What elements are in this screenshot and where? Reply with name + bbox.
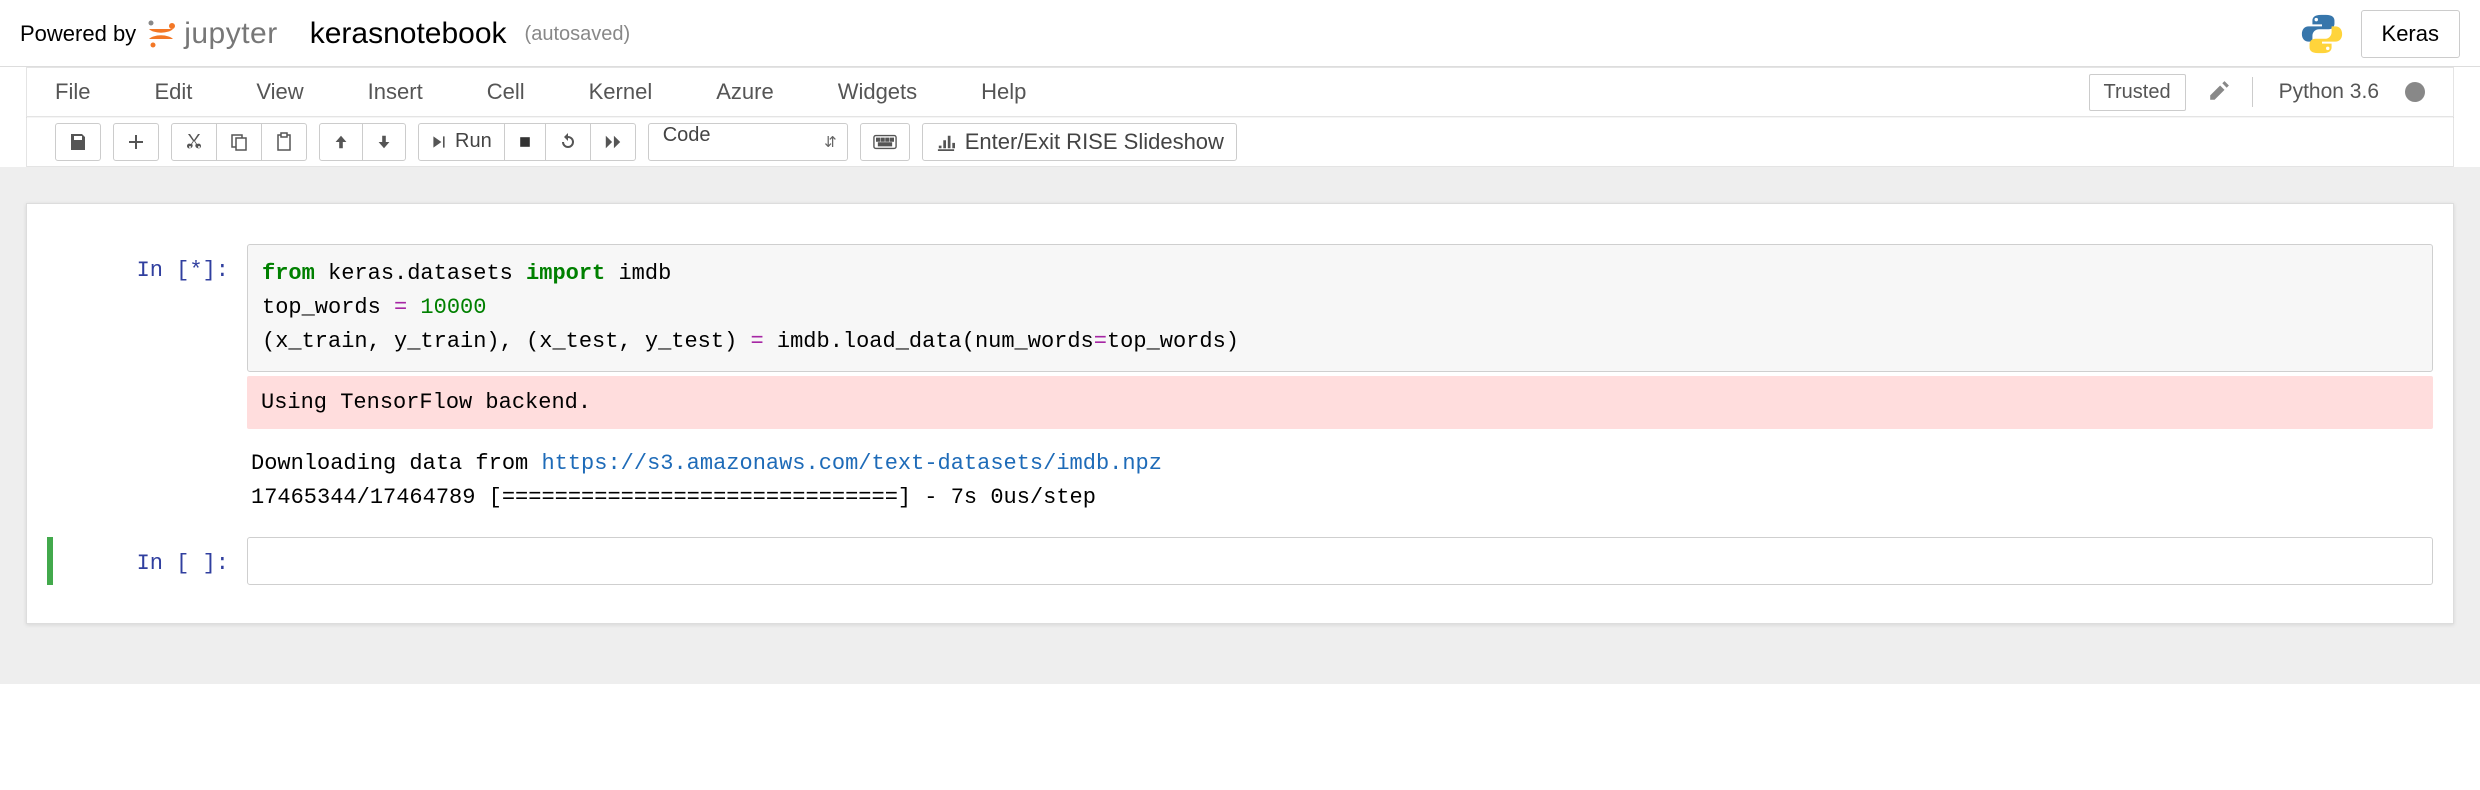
notebook-header: Powered by jupyter kerasnotebook (autosa… [0, 0, 2480, 67]
menu-view[interactable]: View [256, 79, 303, 105]
save-icon[interactable] [55, 123, 101, 161]
pencil-icon[interactable] [2204, 76, 2234, 109]
paste-icon[interactable] [261, 123, 307, 161]
notebook-container: In [*]: from keras.datasets import imdb … [26, 203, 2454, 624]
menu-help[interactable]: Help [981, 79, 1026, 105]
cut-icon[interactable] [171, 123, 217, 161]
copy-icon[interactable] [216, 123, 262, 161]
jupyter-logo[interactable]: jupyter [144, 17, 278, 51]
code-cell-selected[interactable]: In [ ]: [47, 537, 2433, 585]
run-label: Run [455, 130, 492, 153]
menu-edit[interactable]: Edit [154, 79, 192, 105]
kernel-indicator-icon[interactable] [2405, 82, 2425, 102]
rise-slideshow-button[interactable]: Enter/Exit RISE Slideshow [922, 123, 1237, 161]
cell-type-value: Code [663, 124, 711, 146]
code-cell[interactable]: In [*]: from keras.datasets import imdb … [47, 244, 2433, 529]
powered-by-label: Powered by [20, 21, 136, 47]
interrupt-icon[interactable] [504, 123, 546, 161]
jupyter-icon [144, 17, 178, 51]
separator [2252, 77, 2253, 107]
toolbar: Run Code Enter/Exit RISE Slideshow [26, 117, 2454, 167]
menu-kernel[interactable]: Kernel [589, 79, 653, 105]
menu-azure[interactable]: Azure [716, 79, 773, 105]
cell-type-select[interactable]: Code [648, 123, 848, 161]
bar-chart-icon [935, 133, 957, 151]
notebook-page: In [*]: from keras.datasets import imdb … [0, 167, 2480, 684]
menubar: File Edit View Insert Cell Kernel Azure … [26, 67, 2454, 117]
restart-icon[interactable] [545, 123, 591, 161]
code-input-area[interactable]: from keras.datasets import imdb top_word… [247, 244, 2433, 372]
output-stderr: Using TensorFlow backend. [247, 376, 2433, 429]
rise-label: Enter/Exit RISE Slideshow [965, 129, 1224, 155]
python-icon [2299, 11, 2345, 57]
play-step-icon [431, 134, 447, 150]
move-up-icon[interactable] [319, 123, 363, 161]
keras-button[interactable]: Keras [2361, 10, 2460, 58]
add-cell-icon[interactable] [113, 123, 159, 161]
code-input-area[interactable] [247, 537, 2433, 585]
autosave-indicator: (autosaved) [525, 23, 631, 46]
menu-insert[interactable]: Insert [368, 79, 423, 105]
download-link[interactable]: https://s3.amazonaws.com/text-datasets/i… [541, 451, 1162, 476]
jupyter-label: jupyter [184, 17, 278, 51]
run-button[interactable]: Run [418, 123, 505, 161]
menu-widgets[interactable]: Widgets [838, 79, 917, 105]
command-palette-icon[interactable] [860, 123, 910, 161]
restart-run-all-icon[interactable] [590, 123, 636, 161]
notebook-name[interactable]: kerasnotebook [310, 17, 507, 51]
kernel-name[interactable]: Python 3.6 [2279, 80, 2379, 104]
menu-file[interactable]: File [55, 79, 90, 105]
input-prompt: In [ ]: [59, 537, 247, 585]
input-prompt: In [*]: [47, 244, 247, 529]
trusted-button[interactable]: Trusted [2089, 74, 2186, 111]
move-down-icon[interactable] [362, 123, 406, 161]
output-stdout: Downloading data from https://s3.amazona… [247, 433, 2433, 529]
menu-cell[interactable]: Cell [487, 79, 525, 105]
